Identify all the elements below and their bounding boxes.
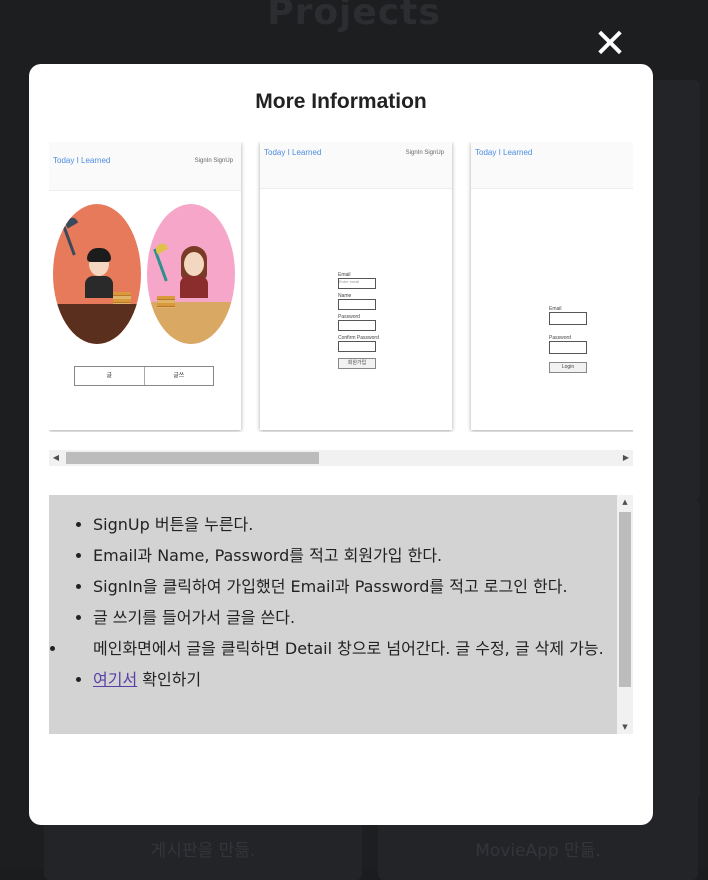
scrollbar-thumb[interactable]	[66, 452, 319, 464]
screenshot-header: Today I Learned SignIn SignUp	[49, 142, 241, 191]
list-item: 글 쓰기를 들어가서 글을 쓴다.	[93, 602, 613, 633]
modal-title: More Information	[255, 90, 427, 113]
scrollbar-thumb[interactable]	[619, 512, 631, 687]
instructions-panel: SignUp 버튼을 누른다. Email과 Name, Password를 적…	[49, 495, 633, 734]
list-item: 메인화면에서 글을 클릭하면 Detail 창으로 넘어간다. 글 수정, 글 …	[67, 633, 613, 664]
screenshot-brand: Today I Learned	[264, 148, 322, 157]
list-item: SignIn을 클릭하여 가입했던 Email과 Password를 적고 로그…	[93, 571, 613, 602]
screenshot-login-form: Email Password Login	[549, 306, 587, 373]
list-item: 여기서 확인하기	[93, 664, 613, 695]
instructions-scrollbar[interactable]: ▲ ▼	[617, 495, 633, 734]
gallery-scrollbar[interactable]: ◀ ▶	[49, 450, 633, 466]
screenshot-login: Today I Learned Email Password Login	[471, 142, 633, 430]
close-icon[interactable]: ✕	[590, 24, 630, 64]
scroll-up-icon[interactable]: ▲	[617, 495, 633, 509]
link-suffix: 확인하기	[137, 670, 202, 689]
screenshot-button-row: 글 글쓰	[74, 366, 214, 386]
scroll-right-icon[interactable]: ▶	[619, 450, 633, 466]
screenshot-brand: Today I Learned	[475, 148, 533, 157]
background-card-text: MovieApp 만듦.	[475, 841, 601, 861]
list-item: Email과 Name, Password를 적고 회원가입 한다.	[93, 540, 613, 571]
illustration-boy	[53, 204, 141, 344]
screenshot-signup: Today I Learned SignIn SignUp Email Ente…	[260, 142, 452, 430]
list-item: SignUp 버튼을 누른다.	[93, 509, 613, 540]
screenshot-nav: SignIn SignUp	[405, 150, 444, 156]
screenshot-nav: SignIn SignUp	[194, 158, 233, 164]
screenshot-header: Today I Learned SignIn SignUp	[260, 142, 452, 189]
screenshot-gallery[interactable]: Today I Learned SignIn SignUp 글 글쓰 Today…	[49, 142, 633, 432]
screenshot-button: 글	[75, 367, 145, 385]
instructions-list: SignUp 버튼을 누른다. Email과 Name, Password를 적…	[49, 495, 613, 695]
screenshot-button: 글쓰	[173, 373, 185, 379]
details-link[interactable]: 여기서	[93, 670, 137, 689]
screenshot-header: Today I Learned	[471, 142, 633, 189]
info-modal: More Information Today I Learned SignIn …	[29, 64, 653, 825]
screenshot-brand: Today I Learned	[53, 156, 111, 165]
scroll-down-icon[interactable]: ▼	[617, 720, 633, 734]
screenshot-signup-form: Email Enter email Name Password Confirm …	[338, 272, 379, 369]
scroll-left-icon[interactable]: ◀	[49, 450, 63, 466]
background-card-text: 게시판을 만듦.	[150, 841, 256, 861]
illustration-girl	[147, 204, 235, 344]
screenshot-main: Today I Learned SignIn SignUp 글 글쓰	[49, 142, 241, 430]
